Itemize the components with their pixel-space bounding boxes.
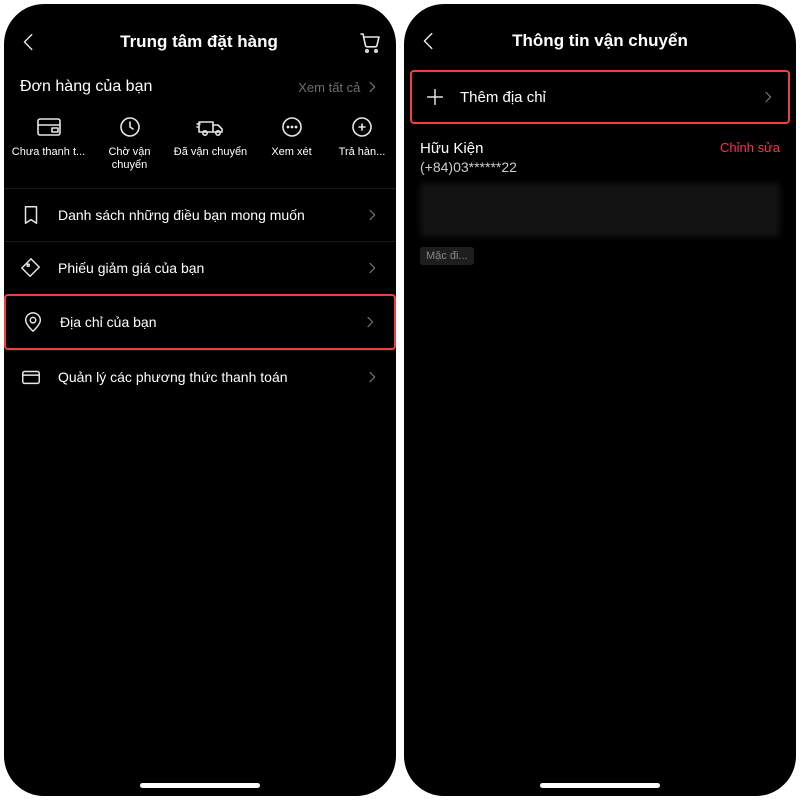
- see-all-link[interactable]: Xem tất cả: [298, 79, 380, 95]
- default-badge: Mặc đi...: [420, 247, 474, 265]
- screen-title: Trung tâm đặt hàng: [40, 32, 358, 52]
- clock-icon: [118, 115, 142, 139]
- menu-payment-methods[interactable]: Quản lý các phương thức thanh toán: [4, 350, 396, 403]
- wallet-icon: [36, 116, 62, 138]
- coupon-icon: [20, 257, 42, 279]
- add-address-row[interactable]: Thêm địa chỉ: [410, 70, 790, 124]
- status-bar: [404, 4, 796, 22]
- review-icon: [280, 115, 304, 139]
- status-unpaid[interactable]: Chưa thanh t...: [8, 114, 89, 172]
- chevron-right-icon: [364, 207, 380, 223]
- header: Trung tâm đặt hàng: [4, 22, 396, 68]
- address-card[interactable]: Hữu Kiện (+84)03******22 Chỉnh sửa Mặc đ…: [404, 132, 796, 277]
- home-indicator[interactable]: [540, 783, 660, 788]
- shipping-info-screen: Thông tin vận chuyển Thêm địa chỉ Hữu Ki…: [404, 4, 796, 796]
- status-bar: [4, 4, 396, 22]
- back-icon[interactable]: [418, 30, 440, 52]
- screen-title: Thông tin vận chuyển: [440, 31, 760, 51]
- address-lines-redacted: [420, 183, 780, 237]
- edit-address-link[interactable]: Chỉnh sửa: [720, 140, 780, 155]
- status-awaiting-ship[interactable]: Chờ vận chuyển: [89, 114, 170, 172]
- cart-icon[interactable]: [358, 30, 382, 54]
- chevron-right-icon: [760, 89, 776, 105]
- add-address-label: Thêm địa chỉ: [460, 89, 546, 106]
- back-icon[interactable]: [18, 31, 40, 53]
- menu-addresses[interactable]: Địa chỉ của bạn: [4, 294, 396, 350]
- refund-icon: [350, 115, 374, 139]
- chevron-right-icon: [362, 314, 378, 330]
- orders-title: Đơn hàng của bạn: [20, 78, 152, 96]
- orders-section-header: Đơn hàng của bạn Xem tất cả: [4, 68, 396, 102]
- truck-icon: [196, 115, 226, 139]
- home-indicator[interactable]: [140, 783, 260, 788]
- location-icon: [22, 311, 44, 333]
- bookmark-icon: [20, 204, 42, 226]
- status-review[interactable]: Xem xét: [251, 114, 332, 172]
- chevron-right-icon: [364, 260, 380, 276]
- order-status-row: Chưa thanh t... Chờ vận chuyển Đã vận ch…: [4, 102, 396, 188]
- menu-wishlist[interactable]: Danh sách những điều bạn mong muốn: [4, 188, 396, 241]
- address-phone: (+84)03******22: [420, 159, 517, 175]
- plus-icon: [424, 86, 446, 108]
- chevron-right-icon: [364, 369, 380, 385]
- status-return[interactable]: Trả hàn...: [332, 114, 392, 172]
- card-icon: [20, 366, 42, 388]
- menu-coupons[interactable]: Phiếu giảm giá của bạn: [4, 241, 396, 294]
- address-name: Hữu Kiện: [420, 140, 517, 157]
- status-shipped[interactable]: Đã vận chuyển: [170, 114, 251, 172]
- header: Thông tin vận chuyển: [404, 22, 796, 66]
- order-center-screen: Trung tâm đặt hàng Đơn hàng của bạn Xem …: [4, 4, 396, 796]
